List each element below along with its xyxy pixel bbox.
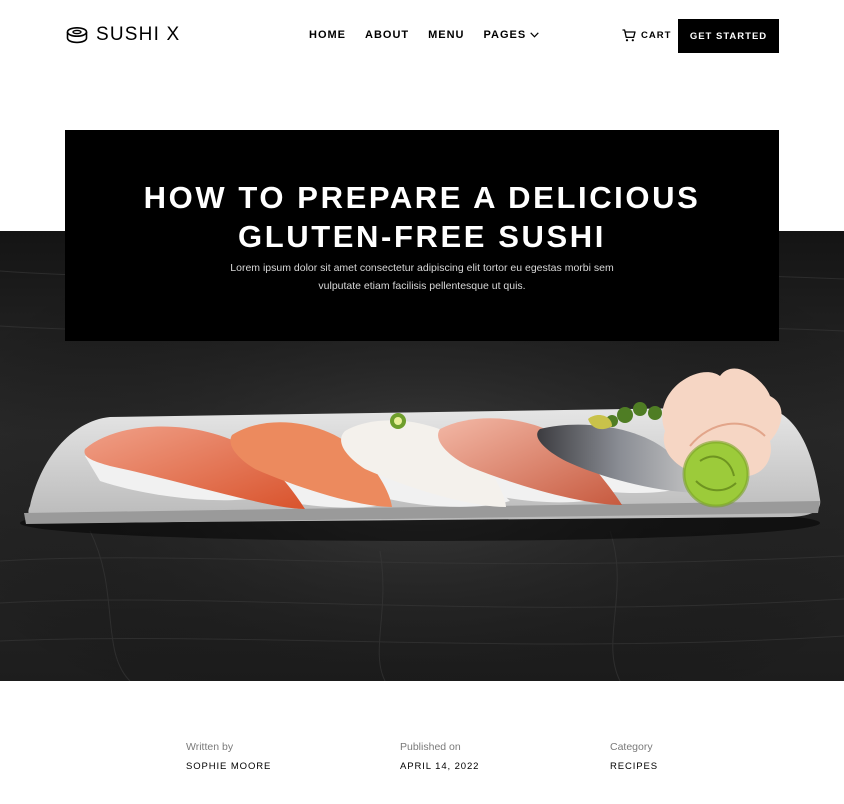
- author-info: Written by SOPHIE MOORE: [186, 741, 271, 773]
- article-title-card: HOW TO PREPARE A DELICIOUS GLUTEN-FREE S…: [65, 130, 779, 341]
- cart-label: CART: [641, 30, 672, 41]
- category-label: Category: [610, 741, 653, 753]
- top-navigation: SUSHI X HOME ABOUT MENU PAGES CART GET S…: [0, 0, 844, 70]
- category-info: Category RECIPES: [610, 741, 658, 773]
- article-subtitle-line-1: Lorem ipsum dolor sit amet consectetur a…: [230, 262, 614, 274]
- cart-button[interactable]: CART: [622, 29, 671, 42]
- nav-link-pages[interactable]: PAGES: [484, 28, 540, 42]
- publish-info: Published on APRIL 14, 2022: [400, 741, 479, 773]
- publish-label: Published on: [400, 741, 461, 753]
- article-subtitle: Lorem ipsum dolor sit amet consectetur a…: [205, 260, 639, 295]
- brand-name: SUSHI X: [96, 24, 181, 45]
- get-started-button[interactable]: GET STARTED: [678, 19, 779, 53]
- article-subtitle-line-2: vulputate etiam facilisis pellentesque u…: [318, 279, 526, 292]
- article-title-line-1: HOW TO PREPARE A DELICIOUS: [143, 180, 701, 215]
- nav-link-pages-label: PAGES: [483, 29, 527, 41]
- publish-date: APRIL 14, 2022: [400, 761, 480, 772]
- article-title-line-2: GLUTEN-FREE SUSHI: [238, 219, 606, 254]
- nav-link-about[interactable]: ABOUT: [365, 28, 409, 42]
- chevron-down-icon: [530, 32, 539, 38]
- article-title: HOW TO PREPARE A DELICIOUS GLUTEN-FREE S…: [65, 178, 779, 256]
- sushi-roll-icon: [66, 27, 88, 44]
- brand-logo[interactable]: SUSHI X: [66, 24, 180, 46]
- category-link[interactable]: RECIPES: [610, 761, 658, 773]
- cart-icon: [622, 29, 636, 42]
- author-label: Written by: [186, 741, 234, 753]
- author-name[interactable]: SOPHIE MOORE: [186, 761, 271, 773]
- nav-link-home[interactable]: HOME: [309, 28, 346, 42]
- nav-link-menu[interactable]: MENU: [428, 28, 464, 42]
- main-menu: HOME ABOUT MENU PAGES: [309, 28, 539, 42]
